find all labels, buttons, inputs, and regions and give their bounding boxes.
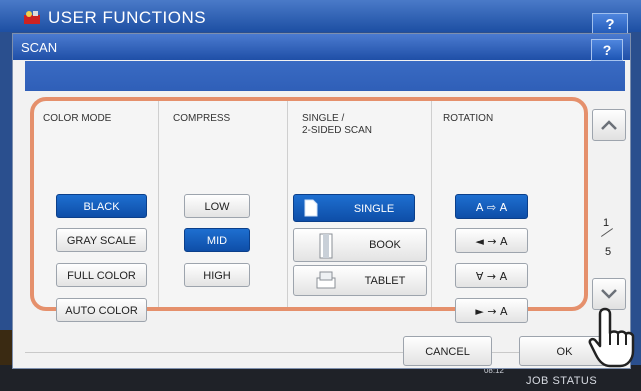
compress-heading: COMPRESS: [173, 113, 231, 124]
dialog-help-button[interactable]: ?: [591, 39, 623, 61]
hand-pointer-icon: [588, 307, 635, 368]
color-mode-autocolor-button[interactable]: AUTO COLOR: [56, 298, 147, 322]
dialog-title: SCAN: [21, 40, 58, 55]
scan-tablet-label: TABLET: [364, 275, 406, 287]
chevron-up-icon: [601, 120, 617, 130]
rotation-heading: ROTATION: [443, 113, 494, 124]
scan-single-button[interactable]: SINGLE: [293, 194, 415, 222]
compress-mid-button[interactable]: MID: [184, 228, 250, 252]
sided-scan-heading-line2: 2-SIDED SCAN: [302, 125, 373, 136]
compress-low-label: LOW: [204, 201, 230, 213]
background-window-title: USER FUNCTIONS: [48, 8, 207, 27]
column-divider: [431, 101, 432, 307]
single-page-icon: [304, 199, 318, 217]
color-mode-grayscale-label: GRAY SCALE: [66, 235, 137, 247]
rotation-90-ccw-icon: ► → A: [475, 305, 508, 318]
page-total: 5: [605, 246, 612, 258]
page-current: 1: [603, 217, 610, 229]
dialog-info-strip: [25, 61, 625, 91]
compress-high-button[interactable]: HIGH: [184, 263, 250, 287]
sided-scan-heading: SINGLE / 2-SIDED SCAN: [302, 113, 372, 137]
column-divider: [158, 101, 159, 307]
rotation-none-icon: A ⇨ A: [475, 201, 508, 214]
color-mode-heading: COLOR MODE: [43, 113, 112, 124]
scan-book-button[interactable]: BOOK: [293, 228, 427, 262]
rotation-90-ccw-button[interactable]: ► → A: [455, 298, 528, 323]
cancel-button[interactable]: CANCEL: [403, 336, 492, 366]
page-separator: [600, 228, 614, 237]
scan-book-label: BOOK: [369, 239, 401, 251]
color-mode-grayscale-button[interactable]: GRAY SCALE: [56, 228, 147, 252]
color-mode-fullcolor-button[interactable]: FULL COLOR: [56, 263, 147, 287]
scan-settings-panel: COLOR MODE BLACK GRAY SCALE FULL COLOR A…: [30, 97, 588, 323]
color-mode-black-label: BLACK: [83, 201, 120, 213]
compress-high-label: HIGH: [203, 270, 231, 282]
scan-tablet-button[interactable]: TABLET: [293, 265, 427, 296]
dialog-titlebar: SCAN ?: [13, 34, 630, 61]
cancel-label: CANCEL: [425, 346, 470, 358]
background-side-edge: [0, 330, 12, 365]
scan-dialog: SCAN ? COLOR MODE BLACK GRAY SCALE FULL …: [12, 33, 631, 369]
user-functions-logo-icon: [24, 11, 40, 24]
color-mode-fullcolor-label: FULL COLOR: [67, 270, 136, 282]
rotation-90-cw-button[interactable]: ◄ → A: [455, 228, 528, 253]
rotation-180-icon: ∀ → A: [475, 270, 508, 283]
job-status-button[interactable]: JOB STATUS: [526, 375, 597, 387]
color-mode-black-button[interactable]: BLACK: [56, 194, 147, 218]
column-divider: [287, 101, 288, 307]
sided-scan-heading-line1: SINGLE /: [302, 113, 345, 124]
rotation-none-button[interactable]: A ⇨ A: [455, 194, 528, 219]
compress-mid-label: MID: [206, 235, 228, 247]
rotation-90-cw-icon: ◄ → A: [475, 235, 508, 248]
scan-single-label: SINGLE: [353, 203, 395, 215]
scroll-up-button[interactable]: [592, 109, 626, 141]
compress-low-button[interactable]: LOW: [184, 194, 250, 218]
book-pages-icon: [319, 233, 333, 259]
rotation-180-button[interactable]: ∀ → A: [455, 263, 528, 288]
tablet-pages-icon: [316, 271, 336, 289]
color-mode-autocolor-label: AUTO COLOR: [65, 305, 138, 317]
